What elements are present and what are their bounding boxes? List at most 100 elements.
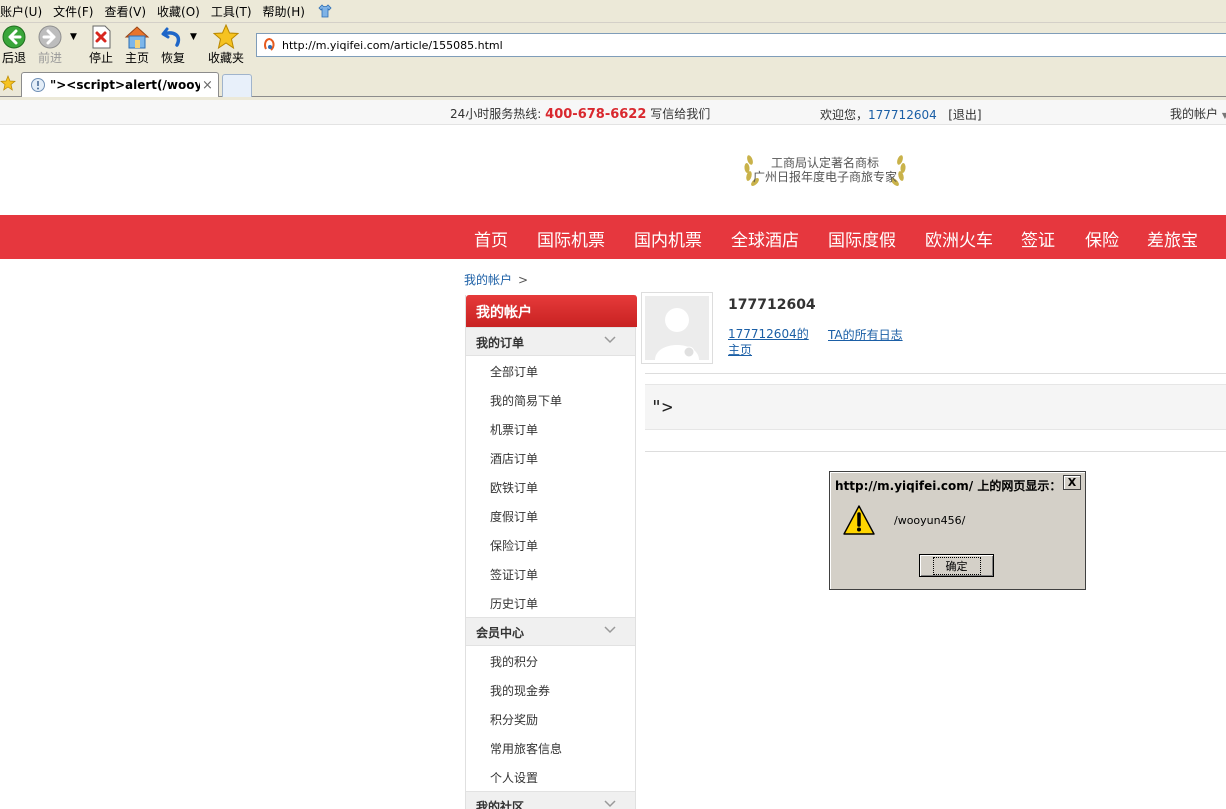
sidebar-group-orders[interactable]: 我的订单 <box>466 327 635 356</box>
menu-tools[interactable]: 工具(T) <box>211 3 252 20</box>
sidebar-item-points[interactable]: 我的积分 <box>490 653 538 670</box>
skin-shirt-icon[interactable] <box>318 4 332 18</box>
breadcrumb-separator: > <box>518 273 529 287</box>
sidebar-item-flight-orders[interactable]: 机票订单 <box>490 421 538 438</box>
home-button[interactable]: 主页 <box>123 24 151 68</box>
welcome-area: 欢迎您，177712604 [退出] <box>820 106 982 123</box>
menu-view[interactable]: 查看(V) <box>104 3 146 20</box>
chevron-down-icon <box>604 626 616 634</box>
menu-bar: 账户(U) 文件(F) 查看(V) 收藏(O) 工具(T) 帮助(H) <box>0 0 1226 23</box>
award-line-1: 工商局认定著名商标 <box>770 156 879 170</box>
article-title: "> <box>651 397 673 418</box>
dialog-ok-label: 确定 <box>932 556 981 575</box>
sidebar-group-member[interactable]: 会员中心 <box>466 617 635 646</box>
tab-strip: "><script>alert(/wooy... × <box>0 70 1226 97</box>
nav-intl-flights[interactable]: 国际机票 <box>537 226 605 251</box>
account-sidebar: 我的帐户 我的订单 全部订单 我的简易下单 机票订单 酒店订单 欧铁订单 度假订… <box>465 295 637 809</box>
avatar[interactable] <box>641 292 713 364</box>
hotline: 24小时服务热线: 400-678-6622 写信给我们 <box>450 105 710 122</box>
sidebar-item-rail-orders[interactable]: 欧铁订单 <box>490 479 538 496</box>
sidebar-item-history-orders[interactable]: 历史订单 <box>490 595 538 612</box>
award-badge: 工商局认定著名商标 广州日报年度电子商旅专家 <box>742 150 908 188</box>
back-button[interactable]: 后退 <box>0 24 28 68</box>
address-bar[interactable]: http://m.yiqifei.com/article/155085.html <box>256 33 1226 57</box>
sidebar-item-settings[interactable]: 个人设置 <box>490 769 538 786</box>
menu-file[interactable]: 文件(F) <box>53 3 93 20</box>
menu-account[interactable]: 账户(U) <box>0 3 42 20</box>
hotline-number: 400-678-6622 <box>545 107 647 122</box>
my-account-menu[interactable]: 我的帐户 ▼ <box>1170 105 1226 122</box>
favorites-bar-star-icon[interactable] <box>0 74 16 92</box>
sidebar-title: 我的帐户 <box>466 295 637 327</box>
stop-label: 停止 <box>88 51 113 65</box>
sidebar-group-title: 我的订单 <box>476 336 525 350</box>
restore-dropdown-icon[interactable]: ▼ <box>190 32 197 42</box>
main-nav: 首页 国际机票 国内机票 全球酒店 国际度假 欧洲火车 签证 保险 差旅宝 <box>0 215 1226 259</box>
nav-insurance[interactable]: 保险 <box>1085 226 1119 251</box>
nav-home[interactable]: 首页 <box>474 226 508 251</box>
write-us-link[interactable]: 写信给我们 <box>650 107 710 121</box>
dialog-close-button[interactable]: X <box>1063 475 1081 490</box>
breadcrumb-account-link[interactable]: 我的帐户 <box>464 273 512 287</box>
nav-euro-rail[interactable]: 欧洲火车 <box>925 226 993 251</box>
award-line-2: 广州日报年度电子商旅专家 <box>752 170 897 184</box>
restore-button[interactable]: 恢复 <box>159 24 187 68</box>
page-icon <box>264 38 275 51</box>
dialog-caption: http://m.yiqifei.com/ 上的网页显示： <box>835 479 1062 493</box>
home-icon <box>124 26 150 49</box>
back-arrow-icon <box>2 25 26 49</box>
sidebar-item-hotel-orders[interactable]: 酒店订单 <box>490 450 538 467</box>
sidebar-item-cash-coupons[interactable]: 我的现金券 <box>490 682 550 699</box>
stop-button[interactable]: 停止 <box>87 24 115 68</box>
alert-dialog: http://m.yiqifei.com/ 上的网页显示： X /wooyun4… <box>829 471 1086 590</box>
favorites-label: 收藏夹 <box>207 51 244 65</box>
stop-icon <box>92 25 111 49</box>
favorites-button[interactable]: 收藏夹 <box>206 24 246 68</box>
site-top-bar: 24小时服务热线: 400-678-6622 写信给我们 欢迎您，1777126… <box>0 100 1226 125</box>
tab-title: "><script>alert(/wooy... <box>50 78 200 92</box>
sidebar-item-all-orders[interactable]: 全部订单 <box>490 363 538 380</box>
logout-link[interactable]: [退出] <box>948 108 981 122</box>
sidebar-group-community[interactable]: 我的社区 <box>466 791 635 809</box>
home-label: 主页 <box>124 51 149 65</box>
back-label: 后退 <box>1 51 26 65</box>
sidebar-item-vacation-orders[interactable]: 度假订单 <box>490 508 538 525</box>
divider <box>645 373 1226 374</box>
tab-active[interactable]: "><script>alert(/wooy... × <box>21 72 219 97</box>
menu-help[interactable]: 帮助(H) <box>263 3 305 20</box>
forward-arrow-icon <box>38 25 62 49</box>
dialog-ok-button[interactable]: 确定 <box>919 554 994 577</box>
nav-hotels[interactable]: 全球酒店 <box>731 226 799 251</box>
nav-visa[interactable]: 签证 <box>1021 226 1055 251</box>
warning-icon <box>843 505 875 535</box>
address-url: http://m.yiqifei.com/article/155085.html <box>282 38 503 52</box>
sidebar-group-title: 我的社区 <box>476 800 525 809</box>
sidebar-item-quick-order[interactable]: 我的简易下单 <box>490 392 562 409</box>
favorites-star-icon <box>213 24 239 50</box>
menu-favorites[interactable]: 收藏(O) <box>157 3 200 20</box>
my-account-label: 我的帐户 <box>1170 107 1219 121</box>
award-text: 工商局认定著名商标 广州日报年度电子商旅专家 <box>742 156 908 184</box>
tab-close-icon[interactable]: × <box>202 78 213 93</box>
default-avatar-icon <box>645 296 709 360</box>
nav-travel-treasure[interactable]: 差旅宝 <box>1147 226 1198 251</box>
sidebar-item-visa-orders[interactable]: 签证订单 <box>490 566 538 583</box>
article-title-box: "> <box>645 384 1226 430</box>
new-tab-button[interactable] <box>222 74 252 97</box>
sidebar-item-point-rewards[interactable]: 积分奖励 <box>490 711 538 728</box>
sidebar-group-title: 会员中心 <box>476 626 525 640</box>
history-dropdown-icon[interactable]: ▼ <box>70 32 77 42</box>
undo-arrow-icon <box>161 27 181 47</box>
user-id-link[interactable]: 177712604 <box>868 108 937 122</box>
nav-intl-vacation[interactable]: 国际度假 <box>828 226 896 251</box>
sidebar-item-insurance-orders[interactable]: 保险订单 <box>490 537 538 554</box>
sidebar-item-frequent-travelers[interactable]: 常用旅客信息 <box>490 740 562 757</box>
restore-label: 恢复 <box>160 51 185 65</box>
dialog-caption-bar[interactable]: http://m.yiqifei.com/ 上的网页显示： <box>832 474 1083 494</box>
profile-username: 177712604 <box>728 297 816 313</box>
breadcrumb: 我的帐户 > <box>464 271 528 288</box>
forward-button[interactable]: 前进 <box>36 24 64 68</box>
nav-domestic-flights[interactable]: 国内机票 <box>634 226 702 251</box>
profile-home-link[interactable]: 177712604的主页 <box>728 326 818 358</box>
profile-logs-link[interactable]: TA的所有日志 <box>828 326 903 343</box>
